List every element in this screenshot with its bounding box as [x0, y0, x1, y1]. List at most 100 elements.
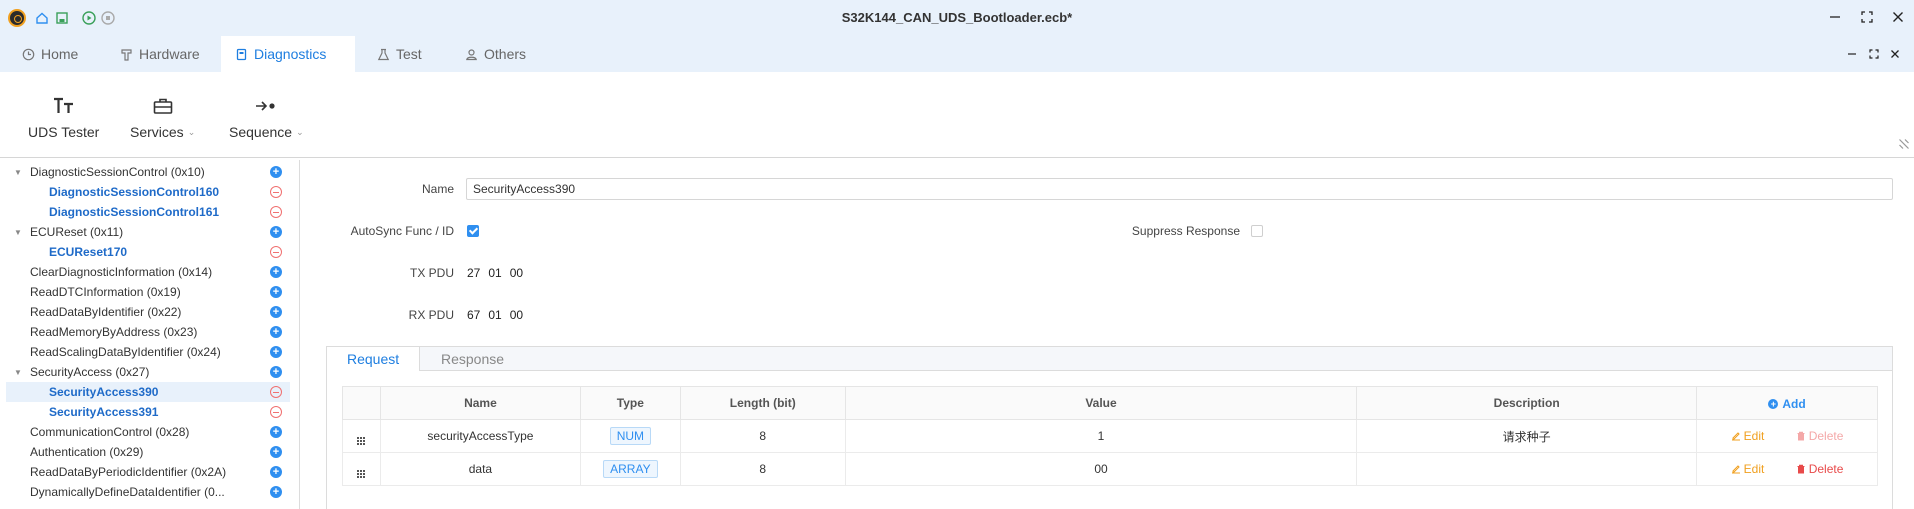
- tree-label: SecurityAccess391: [49, 405, 159, 419]
- tree-item[interactable]: SecurityAccess391: [0, 402, 292, 422]
- add-circle-icon[interactable]: +: [270, 306, 282, 318]
- tree-group[interactable]: CommunicationControl (0x28) +: [0, 422, 292, 442]
- autosync-checkbox[interactable]: [467, 225, 479, 237]
- delete-button[interactable]: Delete: [1796, 461, 1844, 476]
- tree-label: DynamicallyDefineDataIdentifier (0...: [30, 485, 225, 499]
- sub-minimize-button[interactable]: [1844, 46, 1860, 62]
- sequence-button[interactable]: Sequence ⌄: [229, 96, 304, 140]
- param-description: 请求种子: [1356, 419, 1698, 453]
- drag-handle-icon[interactable]: [357, 436, 366, 445]
- edit-button[interactable]: Edit: [1731, 429, 1764, 443]
- add-circle-icon[interactable]: +: [270, 486, 282, 498]
- tab-home-label: Home: [41, 46, 79, 62]
- delete-button[interactable]: Delete: [1796, 428, 1844, 443]
- table-row[interactable]: securityAccessType NUM 8 1 请求种子 Edit Del…: [342, 419, 1878, 453]
- name-input[interactable]: SecurityAccess390: [466, 178, 1893, 200]
- tree-group[interactable]: ▼ SecurityAccess (0x27) +: [0, 362, 292, 382]
- add-param-button[interactable]: + Add: [1768, 397, 1806, 411]
- maximize-button[interactable]: [1857, 7, 1877, 27]
- remove-circle-icon[interactable]: [270, 246, 282, 258]
- text-format-icon: [53, 96, 75, 116]
- suppress-response-label: Suppress Response: [1131, 224, 1240, 238]
- edit-button[interactable]: Edit: [1731, 462, 1764, 476]
- chevron-down-icon: ⌄: [296, 126, 304, 137]
- add-circle-icon[interactable]: +: [270, 266, 282, 278]
- remove-circle-icon[interactable]: [270, 206, 282, 218]
- add-circle-icon[interactable]: +: [270, 286, 282, 298]
- add-circle-icon[interactable]: +: [270, 346, 282, 358]
- remove-circle-icon[interactable]: [270, 186, 282, 198]
- tree-group[interactable]: ReadScalingDataByIdentifier (0x24) +: [0, 342, 292, 362]
- type-tag: ARRAY: [603, 460, 658, 478]
- add-param-cell: + Add: [1696, 386, 1878, 420]
- delete-label: Delete: [1808, 428, 1844, 443]
- tx-pdu-byte: 01: [488, 266, 502, 280]
- remove-circle-icon[interactable]: [270, 386, 282, 398]
- expand-arrow-icon[interactable]: ▼: [13, 228, 23, 237]
- tree-group[interactable]: ReadDTCInformation (0x19) +: [0, 282, 292, 302]
- delete-label: Delete: [1808, 461, 1844, 476]
- sub-close-button[interactable]: [1887, 46, 1903, 62]
- add-circle-icon[interactable]: +: [270, 226, 282, 238]
- expand-arrow-icon[interactable]: ▼: [13, 168, 23, 177]
- user-icon: [466, 48, 477, 60]
- sub-restore-button[interactable]: [1866, 46, 1882, 62]
- remove-circle-icon[interactable]: [270, 406, 282, 418]
- add-circle-icon[interactable]: +: [270, 426, 282, 438]
- minimize-button[interactable]: [1825, 7, 1845, 27]
- drag-handle-cell[interactable]: [342, 452, 381, 486]
- add-circle-icon[interactable]: +: [270, 326, 282, 338]
- services-button[interactable]: Services ⌄: [130, 96, 195, 140]
- pin-icon[interactable]: [1898, 138, 1910, 153]
- tab-hardware[interactable]: Hardware: [106, 36, 214, 72]
- suppress-response-checkbox[interactable]: [1251, 225, 1263, 237]
- add-circle-icon: +: [1768, 398, 1779, 409]
- toolbox-icon: [153, 96, 173, 116]
- add-circle-icon[interactable]: +: [270, 466, 282, 478]
- param-type-cell: ARRAY: [579, 452, 681, 486]
- main-tabs: Home Hardware Diagnostics Test Others: [0, 36, 1914, 72]
- tree-item-selected[interactable]: SecurityAccess390: [6, 382, 290, 402]
- tab-others[interactable]: Others: [451, 36, 540, 72]
- add-circle-icon[interactable]: +: [270, 166, 282, 178]
- add-circle-icon[interactable]: +: [270, 446, 282, 458]
- tree-item[interactable]: DiagnosticSessionControl161: [0, 202, 292, 222]
- drag-column-header: [342, 386, 381, 420]
- tree-label: ECUReset (0x11): [30, 225, 124, 239]
- tab-response[interactable]: Response: [421, 347, 524, 371]
- tree-group[interactable]: ReadMemoryByAddress (0x23) +: [0, 322, 292, 342]
- tree-item[interactable]: DiagnosticSessionControl160: [0, 182, 292, 202]
- request-params-table: Name Type Length (bit) Value Description…: [342, 386, 1878, 486]
- tree-group[interactable]: ▼ ECUReset (0x11) +: [0, 222, 292, 242]
- tree-group[interactable]: ▼ DiagnosticSessionControl (0x10) +: [0, 162, 292, 182]
- tree-label: DiagnosticSessionControl (0x10): [30, 165, 205, 179]
- autosync-label: AutoSync Func / ID: [350, 224, 454, 238]
- table-row[interactable]: data ARRAY 8 00 Edit Delete: [342, 452, 1878, 486]
- tab-test[interactable]: Test: [363, 36, 436, 72]
- tree-item[interactable]: ECUReset170: [0, 242, 292, 262]
- edit-icon: [1731, 464, 1740, 473]
- drag-handle-icon[interactable]: [357, 469, 366, 478]
- expand-arrow-icon[interactable]: ▼: [13, 368, 23, 377]
- tab-request[interactable]: Request: [327, 347, 421, 371]
- tree-group[interactable]: DynamicallyDefineDataIdentifier (0... +: [0, 482, 292, 502]
- tree-group[interactable]: ReadDataByPeriodicIdentifier (0x2A) +: [0, 462, 292, 482]
- row-actions: Edit Delete: [1696, 419, 1878, 453]
- tree-label: DiagnosticSessionControl161: [49, 205, 220, 219]
- add-circle-icon[interactable]: +: [270, 366, 282, 378]
- close-button[interactable]: [1888, 7, 1908, 27]
- tab-home[interactable]: Home: [8, 36, 92, 72]
- drag-handle-cell[interactable]: [342, 419, 381, 453]
- tree-group[interactable]: ClearDiagnosticInformation (0x14) +: [0, 262, 292, 282]
- param-value: 00: [844, 452, 1358, 486]
- column-header-value: Value: [844, 386, 1358, 420]
- tree-label: CommunicationControl (0x28): [30, 425, 190, 439]
- param-value: 1: [844, 419, 1358, 453]
- tree-group[interactable]: ReadDataByIdentifier (0x22) +: [0, 302, 292, 322]
- tab-diagnostics[interactable]: Diagnostics: [221, 36, 355, 72]
- tree-group[interactable]: Authentication (0x29) +: [0, 442, 292, 462]
- rx-pdu-byte: 67: [467, 308, 481, 322]
- tree-label: SecurityAccess390: [49, 385, 159, 399]
- uds-tester-button[interactable]: UDS Tester: [28, 96, 99, 140]
- rx-pdu-byte: 01: [488, 308, 502, 322]
